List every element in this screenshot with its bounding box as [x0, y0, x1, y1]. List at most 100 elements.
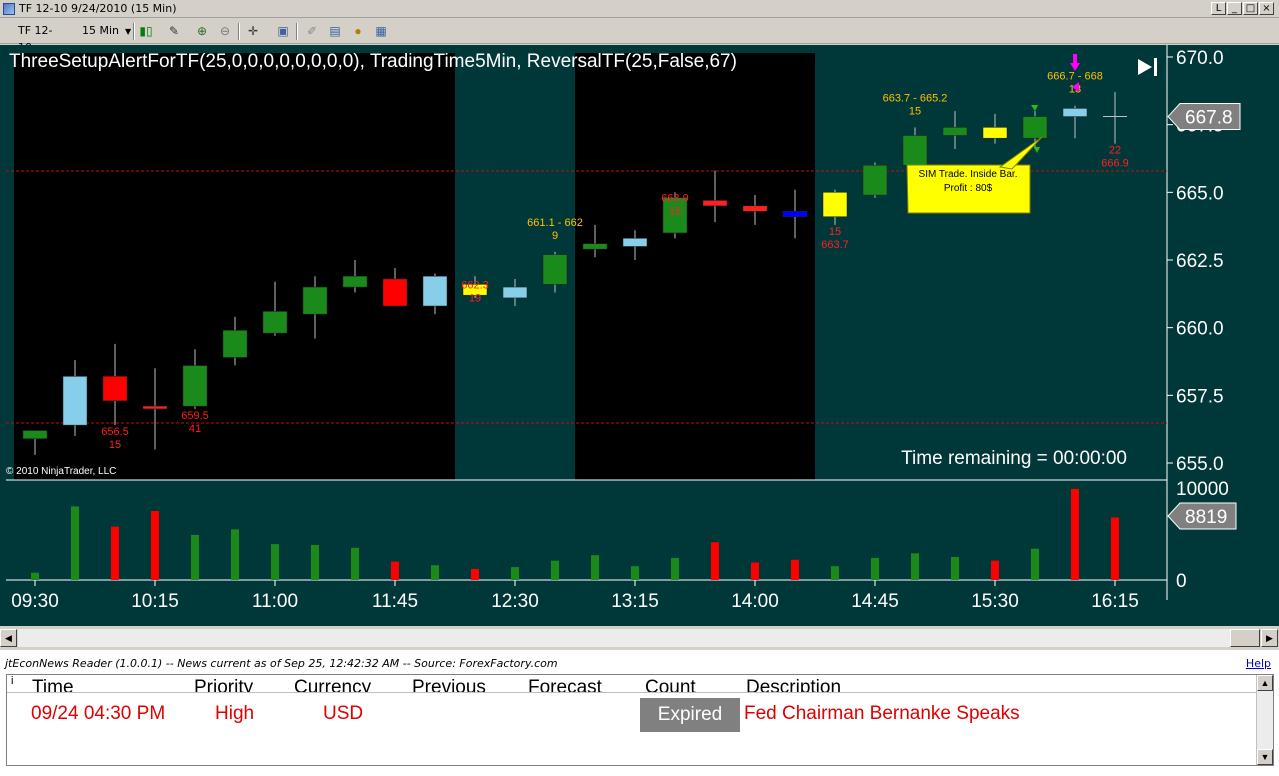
volume-tick-label: 0	[1176, 571, 1187, 592]
candle-body	[262, 311, 288, 334]
volume-bar	[511, 567, 519, 580]
time-tick-label: 15:30	[971, 591, 1019, 612]
news-vertical-scrollbar[interactable]: ▲ ▼	[1256, 675, 1273, 765]
column-description[interactable]: Description	[746, 677, 841, 692]
bar-annotation-label: 663.7 - 665.2	[883, 92, 948, 104]
chart-toolbar: TF 12-10▼ 15 Min ▼ ▮▯ ✎ ⊕ ⊖ ✛ ▣ ✐ ▤ ● ▦	[0, 19, 1279, 54]
candle-body	[862, 165, 888, 196]
bar-annotation-label: 656.5	[101, 426, 129, 438]
interval-label: 15 Min	[82, 24, 120, 37]
close-button[interactable]: ×	[1259, 2, 1274, 15]
bar-annotation-label: 663.7	[821, 239, 849, 251]
news-priority: High	[215, 703, 255, 724]
bar-annotation-label: 41	[189, 423, 201, 435]
volume-bar	[271, 544, 279, 580]
time-tick-label: 14:45	[851, 591, 899, 612]
news-grid: i Time Priority Currency Previous Foreca…	[6, 674, 1274, 766]
volume-bar	[991, 560, 999, 580]
trade-callout-line: SIM Trade. Inside Bar.	[919, 169, 1018, 180]
time-tick-label: 13:15	[611, 591, 659, 612]
price-chart[interactable]: 670.0667.5665.0662.5660.0657.5655.010000…	[0, 45, 1279, 626]
crosshair-icon[interactable]: ✛	[244, 23, 262, 40]
data-box-icon[interactable]: ▦	[372, 23, 390, 40]
scroll-up-icon[interactable]: ▲	[1257, 675, 1273, 691]
candle-body	[342, 275, 368, 288]
time-tick-label: 11:00	[252, 591, 298, 612]
volume-bar	[351, 547, 359, 580]
news-column-headers: i Time Priority Currency Previous Foreca…	[7, 675, 1257, 693]
chart-canvas[interactable]: 670.0667.5665.0662.5660.0657.5655.010000…	[0, 45, 1279, 626]
bar-annotation-label: 15	[109, 439, 121, 451]
time-tick-label: 16:15	[1091, 591, 1139, 612]
horizontal-scrollbar[interactable]: ◀ ▶	[0, 627, 1279, 649]
time-remaining-label: Time remaining = 00:00:00	[901, 448, 1127, 469]
volume-bar	[151, 511, 159, 580]
price-tick-label: 662.5	[1176, 251, 1224, 272]
volume-bar	[591, 555, 599, 580]
go-to-end-icon	[1154, 58, 1157, 76]
instrument-selector[interactable]: TF 12-10▼	[14, 22, 78, 54]
scroll-right-icon[interactable]: ▶	[1261, 629, 1278, 647]
copyright-label: © 2010 NinjaTrader, LLC	[6, 466, 116, 477]
entry-arrow-icon	[1031, 105, 1038, 111]
bar-type-icon[interactable]: ▮▯	[137, 23, 155, 40]
candle-body	[542, 254, 568, 285]
trade-callout-pointer	[998, 136, 1043, 170]
entry-arrow-icon	[1034, 147, 1040, 153]
price-tick-label: 660.0	[1176, 319, 1224, 340]
scroll-track[interactable]	[18, 629, 1260, 647]
news-row[interactable]: 09/24 04:30 PM High USD Expired Fed Chai…	[7, 697, 1257, 733]
candle-body	[822, 192, 848, 217]
properties-icon[interactable]: ▣	[274, 23, 292, 40]
help-link[interactable]: Help	[1246, 657, 1271, 670]
scroll-down-icon[interactable]: ▼	[1257, 749, 1273, 765]
column-priority[interactable]: Priority	[194, 677, 253, 692]
minimize-button[interactable]: _	[1227, 2, 1242, 15]
volume-bar	[671, 557, 679, 580]
row-indicator-icon: i	[11, 675, 14, 687]
bar-annotation-label: 663.9	[661, 193, 689, 205]
trade-callout-line: Profit : 80$	[944, 183, 993, 194]
candle-body	[142, 405, 168, 410]
volume-bar	[791, 559, 799, 580]
volume-bar	[1071, 488, 1079, 580]
zoom-in-icon[interactable]: ⊕	[193, 23, 211, 40]
bar-annotation-label: 15	[909, 105, 921, 117]
bar-annotation-label: 662.3	[461, 279, 489, 291]
zoom-out-icon[interactable]: ⊖	[216, 23, 234, 40]
time-tick-label: 11:45	[372, 591, 418, 612]
scroll-left-icon[interactable]: ◀	[0, 629, 17, 647]
candle-body	[742, 205, 768, 212]
status-badge: Expired	[640, 698, 740, 732]
candle-body	[902, 135, 928, 166]
volume-bar	[1031, 548, 1039, 580]
volume-bar	[711, 542, 719, 580]
interval-selector[interactable]: 15 Min ▼	[78, 22, 132, 41]
strategies-icon[interactable]: ✐	[303, 23, 321, 40]
column-count[interactable]: Count	[645, 677, 696, 692]
column-currency[interactable]: Currency	[294, 677, 371, 692]
column-previous[interactable]: Previous	[412, 677, 486, 692]
link-button[interactable]: L	[1211, 2, 1226, 15]
volume-bar	[31, 572, 39, 580]
column-time[interactable]: Time	[32, 677, 74, 692]
bar-annotation-label: 15	[829, 226, 841, 238]
volume-bar	[551, 560, 559, 580]
maximize-button[interactable]: □	[1243, 2, 1258, 15]
news-time: 09/24 04:30 PM	[31, 703, 166, 724]
chart-trader-icon[interactable]: ●	[349, 23, 367, 40]
toolbar-separator	[238, 23, 240, 40]
volume-bar	[951, 557, 959, 580]
volume-bar	[111, 526, 119, 580]
bar-annotation-label: 666.9	[1101, 158, 1129, 170]
bar-annotation-label: 661.1 - 662	[527, 217, 583, 229]
scroll-thumb[interactable]	[1230, 629, 1260, 647]
column-forecast[interactable]: Forecast	[528, 677, 602, 692]
bar-annotation-label: 19	[469, 292, 481, 304]
drawing-pencil-icon[interactable]: ✎	[165, 23, 183, 40]
volume-bar	[311, 545, 319, 580]
indicators-icon[interactable]: ▤	[326, 23, 344, 40]
volume-bar	[471, 568, 479, 580]
price-tick-label: 670.0	[1176, 48, 1224, 69]
news-currency: USD	[323, 703, 364, 724]
